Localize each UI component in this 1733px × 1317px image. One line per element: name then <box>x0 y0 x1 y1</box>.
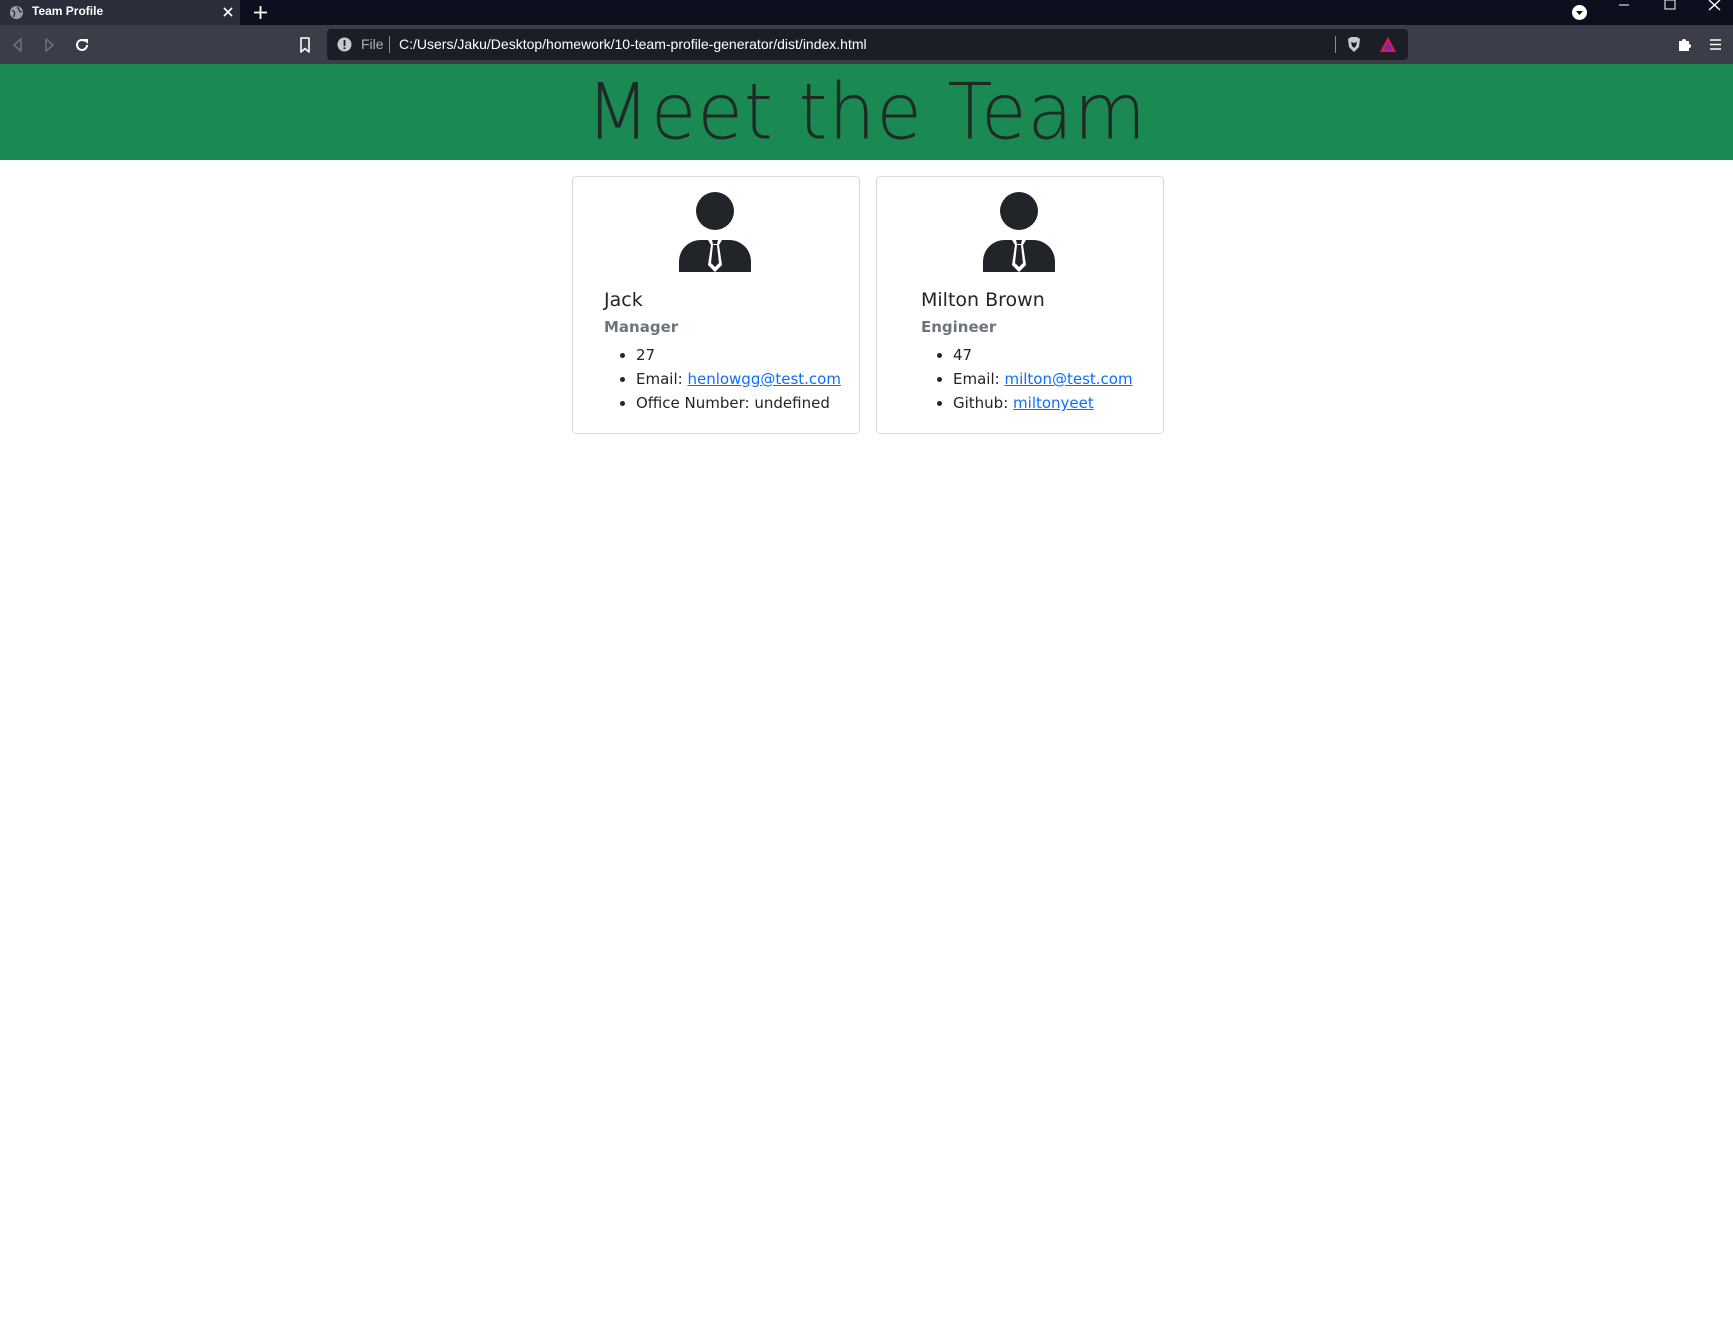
office-number-label: Office Number: <box>636 394 750 412</box>
brave-rewards-icon[interactable] <box>1379 36 1397 53</box>
close-window-icon[interactable] <box>1696 0 1733 25</box>
divider <box>1335 36 1336 53</box>
tab-title: Team Profile <box>32 4 104 18</box>
team-member-card: Jack Manager 27 Email: henlowgg@test.com… <box>572 176 860 434</box>
maximize-window-icon[interactable] <box>1650 0 1690 25</box>
member-details: 27 Email: henlowgg@test.com Office Numbe… <box>636 343 841 415</box>
member-role: Engineer <box>921 318 997 336</box>
github-label: Github: <box>953 394 1009 412</box>
member-email-row: Email: milton@test.com <box>953 367 1133 391</box>
close-tab-icon[interactable] <box>221 5 235 19</box>
page-content: Meet the Team Jack Manager 27 Email: hen… <box>0 64 1733 1317</box>
scheme-label: File <box>361 36 384 52</box>
bookmark-icon[interactable] <box>296 36 314 54</box>
minimize-window-icon[interactable] <box>1604 0 1644 25</box>
member-details: 47 Email: milton@test.com Github: milton… <box>953 343 1133 415</box>
team-cards: Jack Manager 27 Email: henlowgg@test.com… <box>572 176 1164 434</box>
page-header: Meet the Team <box>0 64 1733 160</box>
github-link[interactable]: miltonyeet <box>1013 394 1094 412</box>
member-name: Milton Brown <box>921 289 1045 311</box>
extensions-icon[interactable] <box>1676 36 1693 53</box>
back-icon[interactable] <box>9 36 27 54</box>
brave-shields-icon[interactable] <box>1346 36 1362 53</box>
user-tie-icon <box>983 192 1055 272</box>
menu-icon[interactable] <box>1707 36 1724 53</box>
tab-search-icon[interactable] <box>1571 4 1588 21</box>
member-email-row: Email: henlowgg@test.com <box>636 367 841 391</box>
team-member-card: Milton Brown Engineer 47 Email: milton@t… <box>876 176 1164 434</box>
divider <box>389 36 390 53</box>
member-role: Manager <box>604 318 679 336</box>
browser-toolbar: File C:/Users/Jaku/Desktop/homework/10-t… <box>0 25 1733 64</box>
page-title: Meet the Team <box>586 66 1147 158</box>
url-text[interactable]: C:/Users/Jaku/Desktop/homework/10-team-p… <box>399 36 867 52</box>
address-bar[interactable]: File C:/Users/Jaku/Desktop/homework/10-t… <box>327 29 1408 60</box>
office-number-value: undefined <box>754 394 830 412</box>
email-label: Email: <box>953 370 1000 388</box>
new-tab-icon[interactable] <box>252 4 269 21</box>
tab-strip: Team Profile <box>0 0 1733 25</box>
tab-team-profile[interactable]: Team Profile <box>0 0 240 25</box>
email-link[interactable]: henlowgg@test.com <box>687 370 841 388</box>
email-label: Email: <box>636 370 683 388</box>
member-id: 47 <box>953 343 1133 367</box>
reload-icon[interactable] <box>73 36 91 54</box>
email-link[interactable]: milton@test.com <box>1004 370 1132 388</box>
member-id: 27 <box>636 343 841 367</box>
member-name: Jack <box>604 289 643 311</box>
user-tie-icon <box>679 192 751 272</box>
member-extra-row: Office Number: undefined <box>636 391 841 415</box>
member-extra-row: Github: miltonyeet <box>953 391 1133 415</box>
globe-icon <box>9 5 24 20</box>
forward-icon[interactable] <box>40 36 58 54</box>
site-info-icon[interactable] <box>337 37 352 52</box>
